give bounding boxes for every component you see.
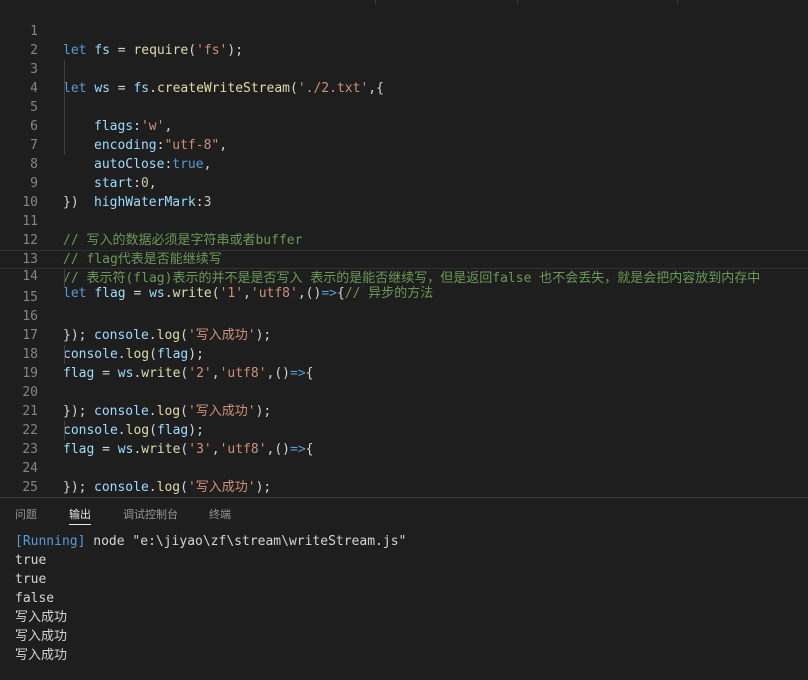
code-line-13[interactable]: 13 // 表示符(flag)表示的并不是是否写入 表示的是能否继续写，但是返回… [0,231,808,286]
code-line-2[interactable]: 2 [0,22,808,58]
code-line-22[interactable]: 22 flag = ws.write('3','utf8',()=>{ [0,402,808,457]
indent-guide [64,345,65,364]
code-line-17[interactable]: 17 console.log(flag); [0,307,808,362]
code-line-6[interactable]: 6 autoClose:true, [0,98,808,172]
code-line-19[interactable]: 19 console.log('写入成功'); [0,345,808,419]
tab-output[interactable]: 输出 [69,508,91,525]
code-line-9[interactable]: 9 }) [0,155,808,210]
tab-problems[interactable]: 问题 [15,508,37,528]
indent-guide [64,269,65,288]
code-line-8[interactable]: 8 highWaterMark:3 [0,136,808,210]
indent-guide [64,60,65,79]
output-line: 写入成功 [15,610,68,625]
code-line-11[interactable]: 11 // 写入的数据必须是字符串或者buffer [0,193,808,248]
bottom-panel: 问题 输出 调试控制台 终端 [Running] node "e:\jiyao\… [0,498,808,680]
code-line-12[interactable]: 12 // flag代表是否能继续写 [0,212,808,267]
code-line-3[interactable]: 3 let ws = fs.createWriteStream('./2.txt… [0,41,808,96]
output-run-line: [Running] node "e:\jiyao\zf\stream\write… [15,532,406,551]
code-line-16[interactable]: 16 }); [0,288,808,343]
output-line: 写入成功 [15,648,68,663]
code-line-4[interactable]: 4 flags:'w', [0,60,808,134]
output-line: false [15,591,55,606]
code-line-20[interactable]: 20 }); [0,364,808,419]
indent-guide [64,117,65,136]
indent-guide [64,136,65,155]
code-line-24[interactable]: 24 }); [0,440,808,495]
code-line-18[interactable]: 18 flag = ws.write('2','utf8',()=>{ [0,326,808,381]
output-line: true [15,553,47,568]
code-line-5[interactable]: 5 encoding:"utf-8", [0,79,808,153]
code-line-25[interactable]: 25 console.log(flag); [0,459,808,495]
code-line-21[interactable]: 21 console.log(flag); [0,383,808,438]
code-line-10[interactable]: 10 [0,174,808,210]
code-line-1[interactable]: 1 let fs = require('fs'); [0,3,808,58]
code-line-14[interactable]: 14 let flag = ws.write('1','utf8',()=>{/… [0,250,808,301]
run-command: node "e:\jiyao\zf\stream\writeStream.js" [85,534,407,549]
tab-terminal[interactable]: 终端 [209,508,231,528]
code-line-7[interactable]: 7 start:0, [0,117,808,191]
output-line: true [15,572,47,587]
code-text: }); [63,480,87,495]
code-line-15[interactable]: 15 console.log('写入成功'); [0,269,808,343]
code-editor[interactable]: 1 let fs = require('fs'); 2 3 let ws = f… [0,0,808,497]
indent-guide [64,79,65,98]
code-line-23[interactable]: 23 console.log('写入成功'); [0,421,808,495]
indent-guide [64,421,65,440]
indent-guide [64,98,65,117]
tab-debug-console[interactable]: 调试控制台 [123,508,178,528]
code-text: console.log('写入成功'); [94,480,272,495]
running-tag: [Running] [15,534,86,549]
line-number: 25 [22,480,38,495]
output-line: 写入成功 [15,629,68,644]
